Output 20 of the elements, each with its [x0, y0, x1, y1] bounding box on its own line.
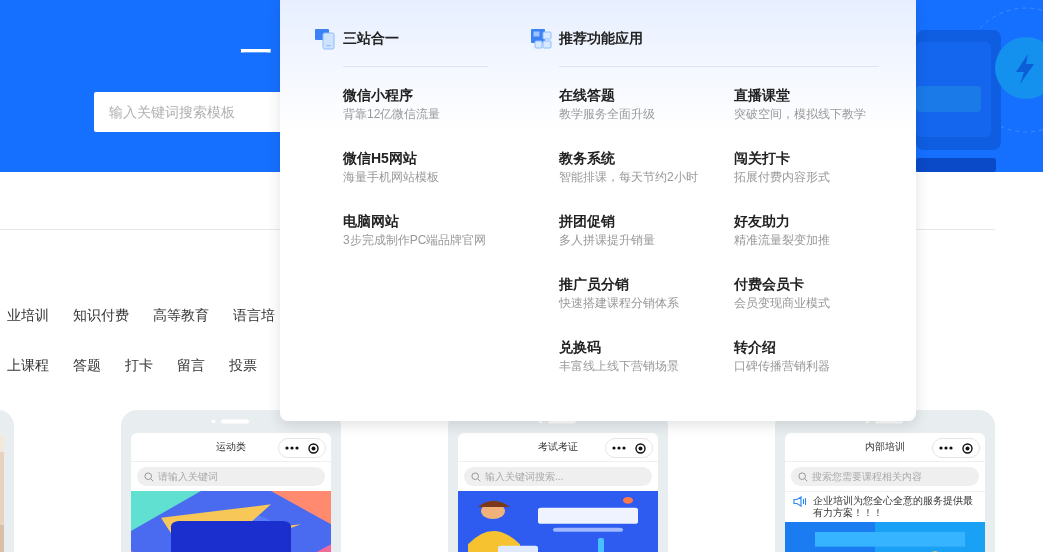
- menu-item-description: 拓展付费内容形式: [734, 169, 830, 186]
- page-title: 运动类: [216, 440, 246, 454]
- menu-item-description: 背靠12亿微信流量: [343, 106, 441, 123]
- menu-item-description: 精准流量裂变加推: [734, 232, 830, 249]
- notice-text: 企业培训为您全心全意的服务提供最有力方案！！！: [813, 495, 974, 519]
- menu-item-description: 快速搭建课程分销体系: [559, 295, 679, 312]
- section-heading: 三站合一: [343, 30, 399, 48]
- menu-item-description: 3步完成制作PC端品牌官网: [343, 232, 487, 249]
- hero-title: 一: [240, 33, 272, 72]
- section-heading: 推荐功能应用: [559, 30, 643, 48]
- menu-item-description: 智能排课，每天节约2小时: [559, 169, 698, 186]
- page-title: 内部培训: [865, 440, 905, 454]
- page-title: 考试考证: [538, 440, 578, 454]
- menu-item-description: 丰富线上线下营销场景: [559, 358, 679, 375]
- menu-item-description: 会员变现商业模式: [734, 295, 830, 312]
- menu-item-description: 突破空间，模拟线下教学: [734, 106, 866, 123]
- menu-item-description: 多人拼课提升销量: [559, 232, 655, 249]
- menu-item-description: 口碑传播营销利器: [734, 358, 830, 375]
- menu-item-description: 教学服务全面升级: [559, 106, 655, 123]
- menu-item-description: 海量手机网站模板: [343, 169, 439, 186]
